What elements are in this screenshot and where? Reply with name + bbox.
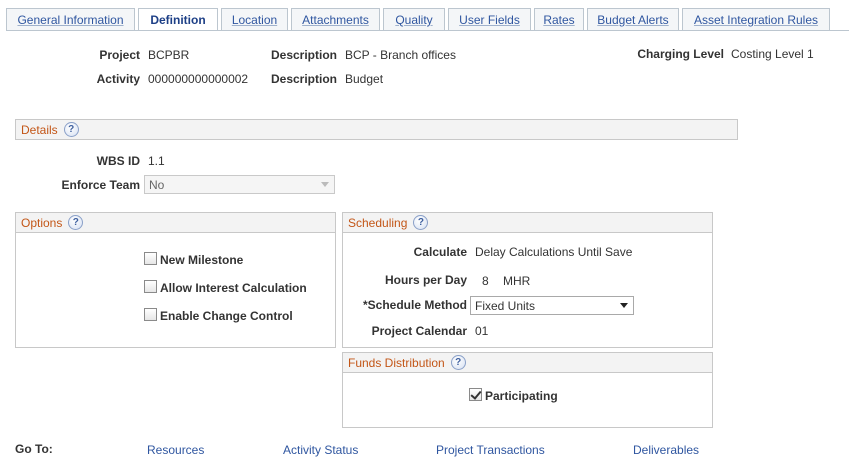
project-description-value: BCP - Branch offices xyxy=(345,48,456,62)
deliverables-link[interactable]: Deliverables xyxy=(633,443,699,457)
activity-description-label: Description xyxy=(270,72,337,86)
charging-level-label: Charging Level xyxy=(637,47,724,61)
hours-unit: MHR xyxy=(503,274,531,288)
funds-distribution-title: Funds Distribution xyxy=(348,355,445,370)
wbs-id-label: WBS ID xyxy=(96,154,140,168)
tab-location[interactable]: Location xyxy=(221,8,288,31)
tab-quality[interactable]: Quality xyxy=(383,8,445,31)
new-milestone-checkbox[interactable] xyxy=(144,252,157,265)
participating-label: Participating xyxy=(485,389,558,403)
calculate-value: Delay Calculations Until Save xyxy=(475,245,633,259)
wbs-id-value: 1.1 xyxy=(148,154,165,168)
charging-level-value: Costing Level 1 xyxy=(731,47,814,61)
change-control-label: Enable Change Control xyxy=(160,309,293,323)
options-title: Options xyxy=(21,215,63,230)
funds-distribution-header: Funds Distribution ? xyxy=(342,352,713,373)
help-icon[interactable]: ? xyxy=(63,122,79,137)
tab-divider xyxy=(6,30,849,31)
project-value: BCPBR xyxy=(148,48,190,62)
help-icon[interactable]: ? xyxy=(450,355,466,370)
project-calendar-value: 01 xyxy=(475,324,489,338)
calculate-label: Calculate xyxy=(413,245,467,259)
enforce-team-label: Enforce Team xyxy=(61,178,140,192)
scheduling-header: Scheduling ? xyxy=(342,212,713,233)
tab-user-fields[interactable]: User Fields xyxy=(448,8,531,31)
project-calendar-label: Project Calendar xyxy=(371,324,467,338)
tab-rates[interactable]: Rates xyxy=(534,8,584,31)
activity-status-link[interactable]: Activity Status xyxy=(283,443,358,457)
tab-asset-integration-rules[interactable]: Asset Integration Rules xyxy=(682,8,830,31)
tab-definition[interactable]: Definition xyxy=(138,8,218,31)
chevron-down-icon xyxy=(321,182,329,187)
project-description-label: Description xyxy=(270,48,337,62)
hours-per-day-value: 8 xyxy=(482,274,489,288)
allow-interest-checkbox[interactable] xyxy=(144,280,157,293)
project-transactions-link[interactable]: Project Transactions xyxy=(436,443,545,457)
tab-budget-alerts[interactable]: Budget Alerts xyxy=(587,8,679,31)
schedule-method-label: *Schedule Method xyxy=(362,298,467,312)
help-icon[interactable]: ? xyxy=(413,215,429,230)
details-header: Details ? xyxy=(15,119,738,140)
allow-interest-label: Allow Interest Calculation xyxy=(160,281,307,295)
scheduling-title: Scheduling xyxy=(348,215,408,230)
page-tabs: General Information Definition Location … xyxy=(6,8,849,31)
activity-value: 000000000000002 xyxy=(148,72,249,86)
chevron-down-icon xyxy=(620,303,628,308)
tab-attachments[interactable]: Attachments xyxy=(291,8,380,31)
change-control-checkbox[interactable] xyxy=(144,308,157,321)
details-title: Details xyxy=(21,122,58,137)
options-header: Options ? xyxy=(15,212,336,233)
project-label: Project xyxy=(99,48,140,62)
participating-checkbox[interactable] xyxy=(469,388,482,401)
new-milestone-label: New Milestone xyxy=(160,253,244,267)
schedule-method-select[interactable]: Fixed Units xyxy=(470,296,634,315)
enforce-team-select[interactable]: No xyxy=(144,175,335,194)
hours-per-day-label: Hours per Day xyxy=(384,273,467,287)
activity-label: Activity xyxy=(96,72,140,86)
tab-general-information[interactable]: General Information xyxy=(6,8,135,31)
activity-description-value: Budget xyxy=(345,72,384,86)
goto-label: Go To: xyxy=(15,442,53,456)
resources-link[interactable]: Resources xyxy=(147,443,204,457)
help-icon[interactable]: ? xyxy=(68,215,84,230)
